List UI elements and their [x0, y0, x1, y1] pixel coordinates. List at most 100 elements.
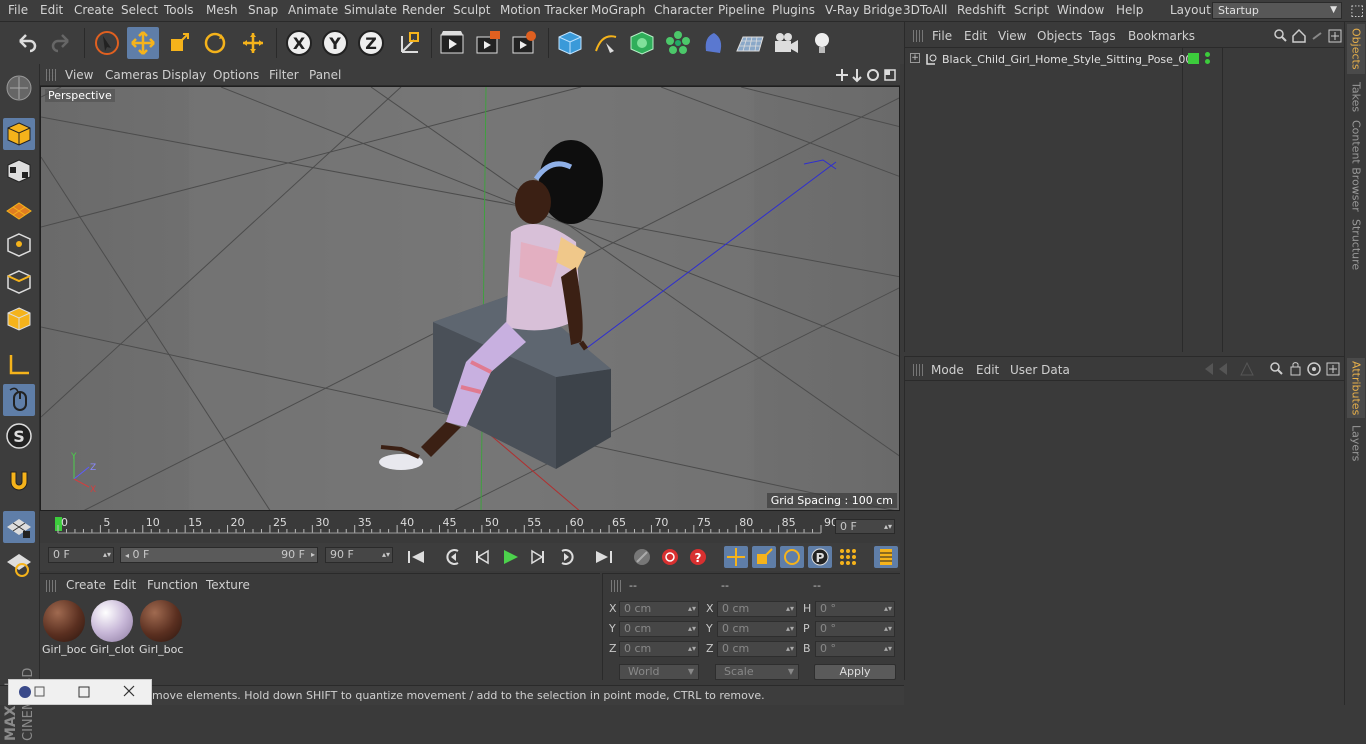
menu-snap[interactable]: Snap — [248, 3, 278, 17]
timeline-window-button[interactable] — [874, 546, 898, 568]
tab-content-browser[interactable]: Content Browser — [1347, 120, 1365, 212]
workplane-mode-button[interactable] — [3, 192, 35, 224]
apply-button[interactable]: Apply — [814, 664, 896, 680]
go-to-start-button[interactable] — [404, 546, 428, 568]
workplane-lock-button[interactable] — [3, 511, 35, 543]
go-to-end-button[interactable] — [592, 546, 616, 568]
attribute-manager-tools[interactable] — [1201, 360, 1341, 378]
menu-render[interactable]: Render — [402, 3, 445, 17]
panel-grip-icon[interactable] — [46, 580, 56, 592]
position-z-field[interactable]: 0 cm ▴▾ — [619, 641, 699, 657]
coordinate-space-select[interactable]: World ▼ — [619, 664, 699, 680]
polygon-mode-button[interactable] — [3, 303, 35, 335]
rotation-h-field[interactable]: 0 ° ▴▾ — [815, 601, 895, 617]
objects-menu-bookmarks[interactable]: Bookmarks — [1128, 29, 1195, 43]
menu-plugins[interactable]: Plugins — [772, 3, 815, 17]
play-forward-button[interactable] — [498, 546, 522, 568]
layer-color-swatch[interactable] — [1188, 53, 1199, 64]
menu-character[interactable]: Character — [654, 3, 713, 17]
key-point-level-button[interactable] — [836, 546, 860, 568]
viewport-menu-panel[interactable]: Panel — [309, 68, 341, 82]
previous-keyframe-button[interactable] — [442, 546, 466, 568]
menu-pipeline[interactable]: Pipeline — [718, 3, 765, 17]
keyframe-selection-button[interactable]: ? — [686, 546, 710, 568]
position-x-field[interactable]: 0 cm ▴▾ — [619, 601, 699, 617]
rotate-tool-button[interactable] — [199, 27, 231, 59]
render-settings-button[interactable] — [508, 27, 540, 59]
menu-simulate[interactable]: Simulate — [344, 3, 397, 17]
edge-mode-button[interactable] — [3, 266, 35, 298]
viewport-menu-cameras[interactable]: Cameras — [105, 68, 158, 82]
material-menu-edit[interactable]: Edit — [113, 578, 136, 592]
undo-button[interactable] — [10, 27, 42, 59]
size-mode-select[interactable]: Scale ▼ — [715, 664, 799, 680]
redo-button[interactable] — [46, 27, 78, 59]
menu-motion-tracker[interactable]: Motion Tracker — [500, 3, 588, 17]
floor-button[interactable] — [734, 27, 766, 59]
viewport-navigation-icons[interactable] — [835, 67, 897, 83]
menu-sculpt[interactable]: Sculpt — [453, 3, 490, 17]
render-view-button[interactable] — [436, 27, 468, 59]
material-swatch[interactable]: Girl_clot — [90, 599, 134, 657]
snap-magnet-icon[interactable] — [3, 466, 35, 498]
menu-create[interactable]: Create — [74, 3, 114, 17]
objects-menu-file[interactable]: File — [932, 29, 952, 43]
texture-mode-button[interactable] — [3, 155, 35, 187]
next-frame-button[interactable] — [526, 546, 550, 568]
tab-attributes[interactable]: Attributes — [1347, 358, 1365, 418]
maximize-icon[interactable] — [75, 684, 93, 700]
cube-object-button[interactable] — [554, 27, 586, 59]
y-axis-lock-button[interactable]: Y — [319, 27, 351, 59]
menu-mograph[interactable]: MoGraph — [591, 3, 646, 17]
layout-select[interactable]: Startup ▼ — [1212, 2, 1342, 19]
attributes-menu-user-data[interactable]: User Data — [1010, 363, 1070, 377]
attributes-menu-edit[interactable]: Edit — [976, 363, 999, 377]
menu-tools[interactable]: Tools — [164, 3, 194, 17]
subdivision-surface-button[interactable] — [626, 27, 658, 59]
position-y-field[interactable]: 0 cm ▴▾ — [619, 621, 699, 637]
move-tool-button[interactable] — [127, 27, 159, 59]
record-keys-icon[interactable] — [630, 546, 654, 568]
tweak-mode-button[interactable] — [3, 384, 35, 416]
perspective-viewport[interactable]: Y Z X Perspective Grid Spacing : 100 cm — [40, 86, 900, 511]
restore-icon[interactable] — [19, 684, 49, 700]
menu-select[interactable]: Select — [121, 3, 158, 17]
menu-3dtoall[interactable]: 3DToAll — [903, 3, 947, 17]
panel-grip-icon[interactable] — [913, 364, 923, 376]
make-editable-icon[interactable] — [3, 72, 35, 104]
render-visibility-dot[interactable] — [1205, 59, 1210, 64]
autokeying-button[interactable] — [658, 546, 682, 568]
live-selection-button[interactable] — [91, 27, 123, 59]
next-keyframe-button[interactable] — [554, 546, 578, 568]
material-menu-texture[interactable]: Texture — [206, 578, 250, 592]
solo-button[interactable]: S — [3, 420, 35, 452]
model-mode-button[interactable] — [3, 118, 35, 150]
menu-mesh[interactable]: Mesh — [206, 3, 238, 17]
menu-edit[interactable]: Edit — [40, 3, 63, 17]
point-mode-button[interactable] — [3, 229, 35, 261]
start-frame-field[interactable]: 0 F ▴▾ — [48, 547, 114, 563]
cloner-button[interactable] — [662, 27, 694, 59]
object-manager-tools[interactable] — [1273, 28, 1343, 44]
axis-mode-button[interactable] — [3, 349, 35, 381]
close-icon[interactable] — [120, 684, 138, 700]
menu-help[interactable]: Help — [1116, 3, 1143, 17]
menu-vray-bridge[interactable]: V-Ray Bridge — [825, 3, 902, 17]
material-menu-function[interactable]: Function — [147, 578, 198, 592]
key-scale-button[interactable] — [752, 546, 776, 568]
key-parameter-button[interactable]: P — [808, 546, 832, 568]
key-rotation-button[interactable] — [780, 546, 804, 568]
menu-file[interactable]: File — [8, 3, 28, 17]
z-axis-lock-button[interactable]: Z — [355, 27, 387, 59]
objects-menu-objects[interactable]: Objects — [1037, 29, 1082, 43]
transform-tool-button[interactable] — [237, 27, 269, 59]
menu-script[interactable]: Script — [1014, 3, 1049, 17]
x-axis-lock-button[interactable]: X — [283, 27, 315, 59]
panel-grip-icon[interactable] — [46, 69, 56, 81]
render-to-picture-viewer-button[interactable] — [472, 27, 504, 59]
objects-menu-view[interactable]: View — [998, 29, 1026, 43]
menu-animate[interactable]: Animate — [288, 3, 338, 17]
camera-button[interactable] — [770, 27, 802, 59]
current-frame-field[interactable]: 0 F ▴▾ — [835, 519, 895, 534]
timeline-ruler[interactable]: 0 5 10 15 20 25 30 35 40 45 50 55 60 65 70 75 80 85 90 0 F… — [40, 511, 900, 543]
